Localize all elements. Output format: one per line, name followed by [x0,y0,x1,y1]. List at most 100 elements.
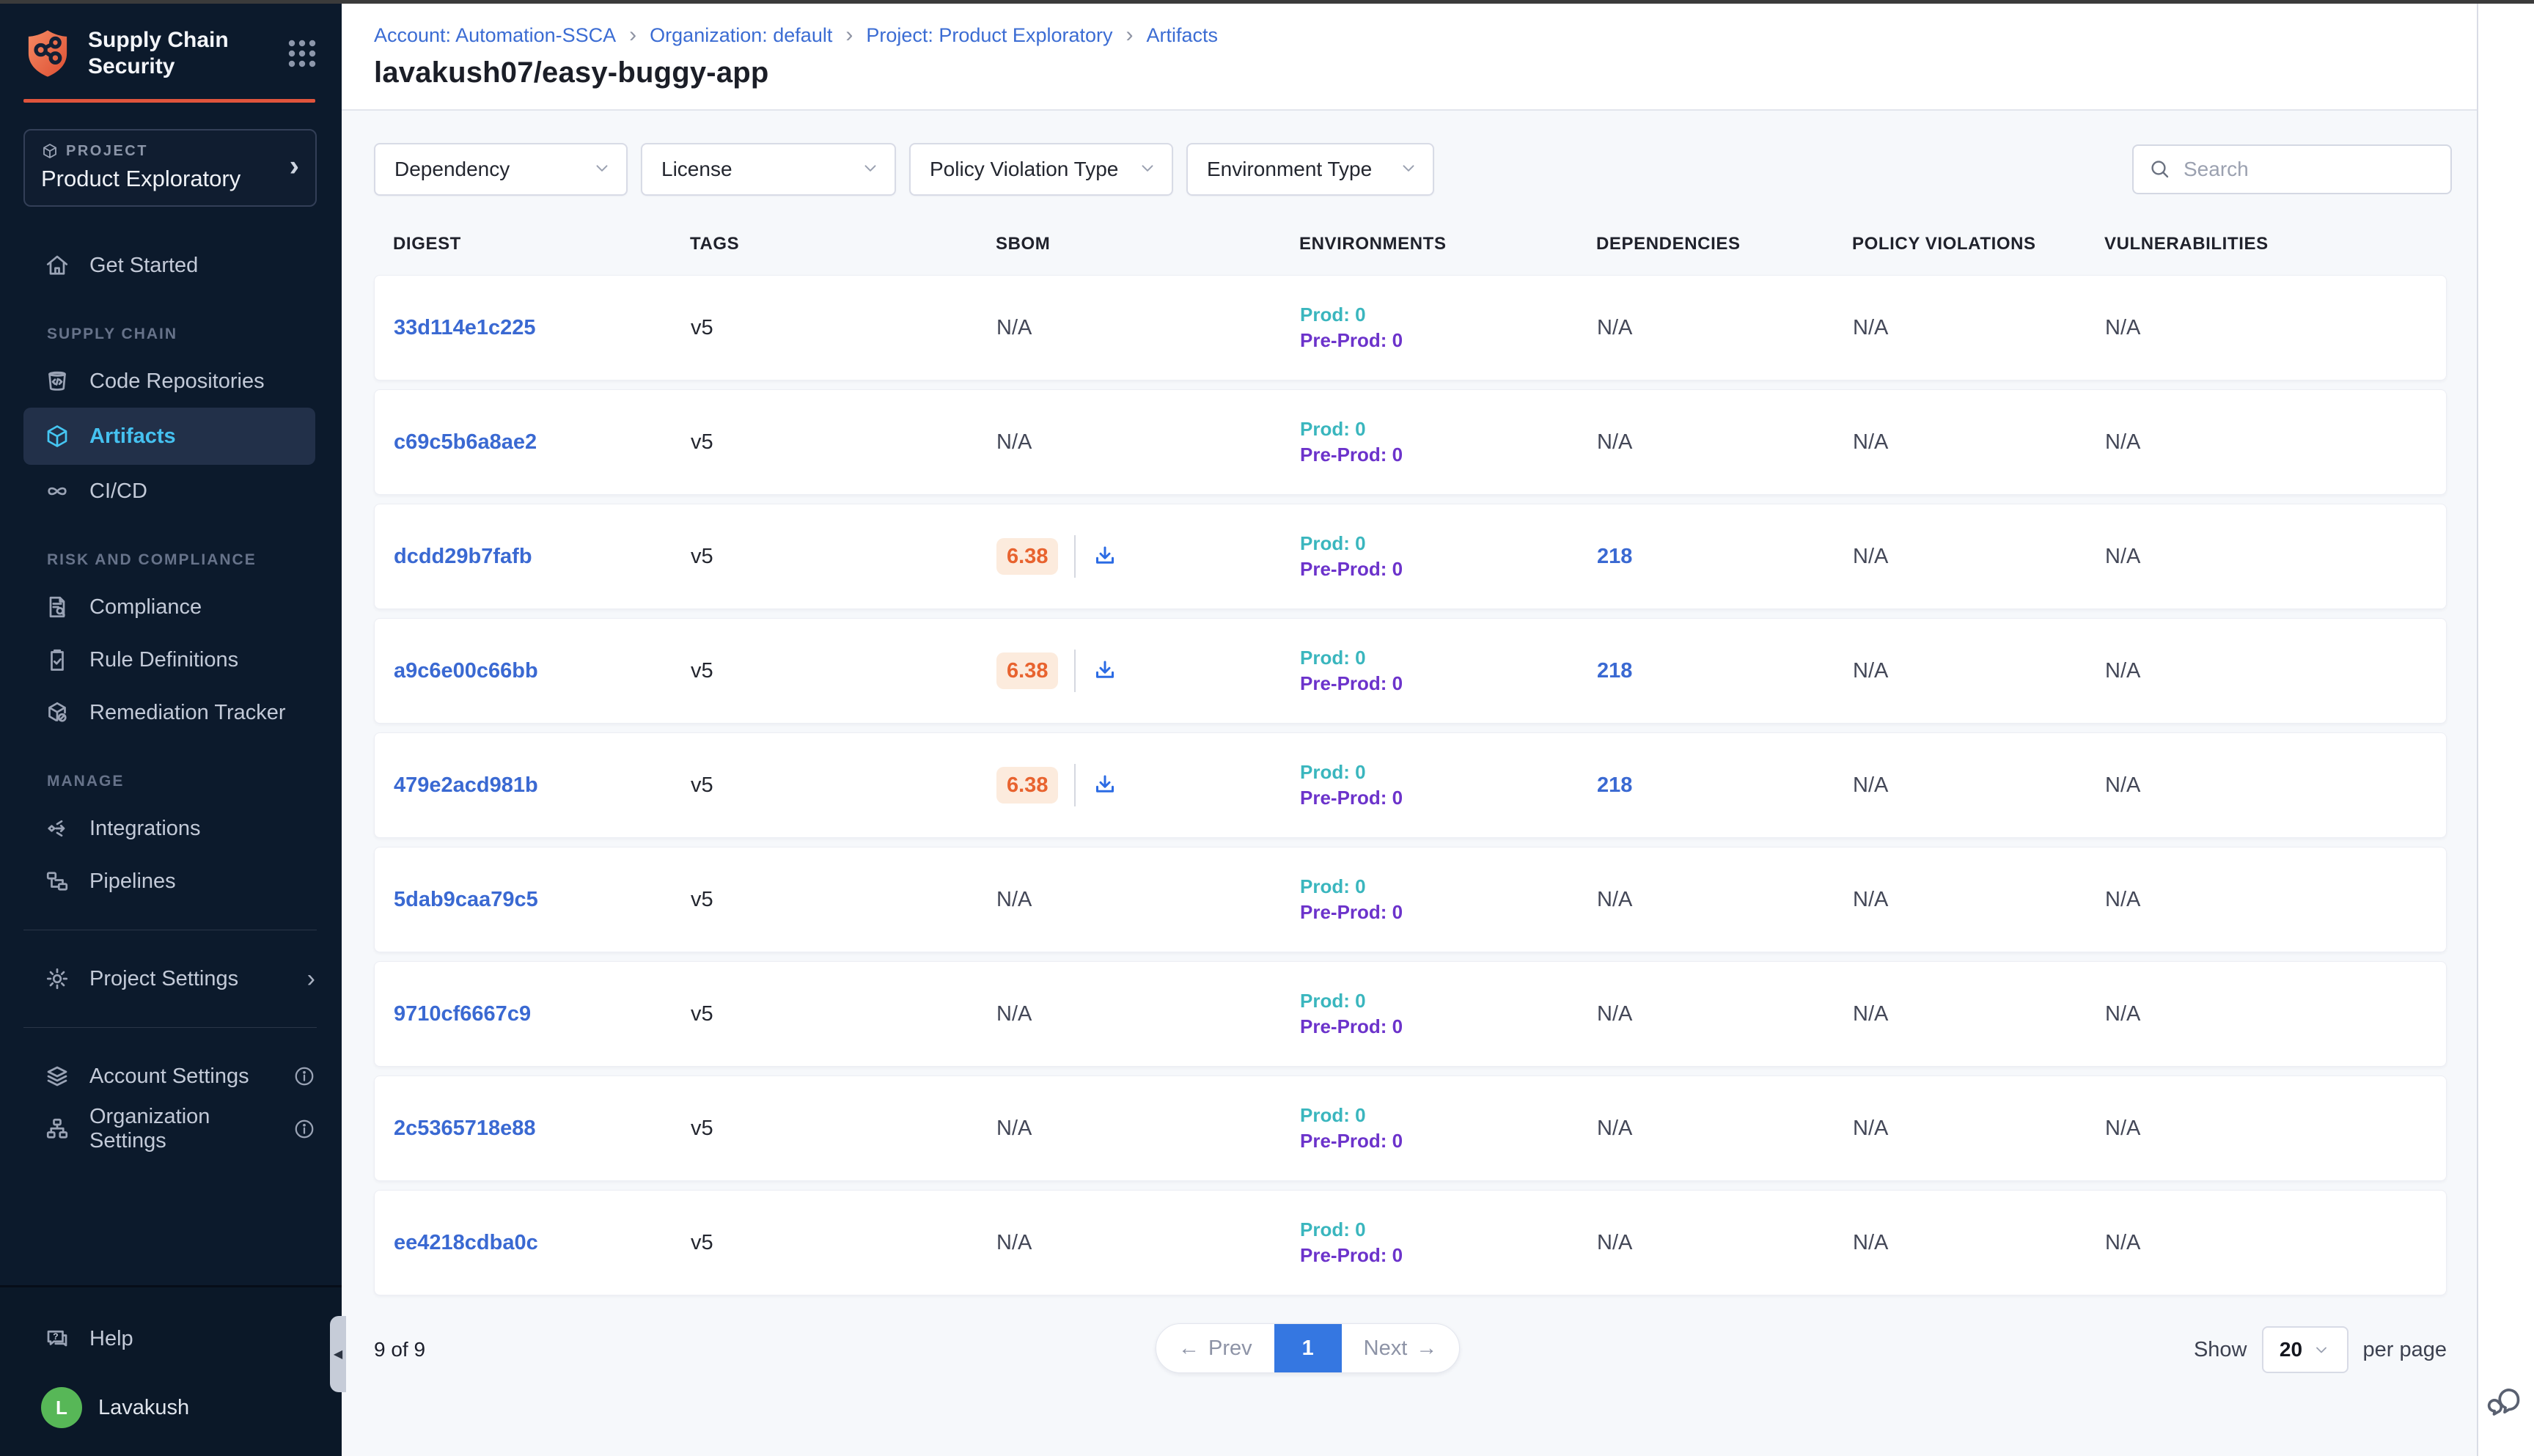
help-chat-icon: ? [43,1324,72,1353]
search-input[interactable] [2184,158,2425,181]
env-prod-value: Prod: 0 [1300,1218,1597,1241]
section-label-risk-compliance: RISK AND COMPLIANCE [0,518,342,581]
sidebar-item-project-settings[interactable]: Project Settings › [0,952,342,1005]
environment-type-filter-select[interactable]: Environment Type [1186,143,1434,196]
row-count: 9 of 9 [374,1338,425,1361]
digest-link[interactable]: ee4218cdba0c [394,1231,691,1255]
sidebar-item-label: Artifacts [89,424,176,449]
table-header: DIGEST TAGS SBOM ENVIRONMENTS DEPENDENCI… [374,196,2447,275]
breadcrumb-account-link[interactable]: Account: Automation-SSCA [374,24,616,47]
sidebar-item-remediation-tracker[interactable]: Remediation Tracker [0,686,342,739]
breadcrumb-artifacts-link[interactable]: Artifacts [1147,24,1219,47]
dependencies-value: N/A [1597,1002,1853,1026]
digest-link[interactable]: a9c6e00c66bb [394,659,691,683]
chevron-separator-icon: › [1125,23,1135,48]
sbom-na-value: N/A [996,316,1032,340]
digest-link[interactable]: 9710cf6667c9 [394,1002,691,1026]
tag-value: v5 [691,430,996,455]
sidebar-item-label: Compliance [89,595,202,619]
tag-value: v5 [691,316,996,340]
download-sbom-icon[interactable] [1092,543,1118,570]
tag-value: v5 [691,888,996,912]
dependency-filter-select[interactable]: Dependency [374,143,628,196]
sidebar-item-label: Rule Definitions [89,648,238,672]
digest-link[interactable]: 2c5365718e88 [394,1117,691,1141]
env-preprod-value: Pre-Prod: 0 [1300,1015,1597,1038]
info-icon[interactable] [293,1065,315,1087]
dependencies-value[interactable]: 218 [1597,659,1853,683]
project-cube-icon [41,142,59,160]
vulnerabilities-value: N/A [2105,316,2446,340]
prev-page-button[interactable]: ← Prev [1156,1324,1274,1372]
dependencies-value: N/A [1597,888,1853,912]
download-sbom-icon[interactable] [1092,772,1118,798]
sidebar-item-help[interactable]: ? Help [0,1312,342,1365]
sidebar-item-pipelines[interactable]: Pipelines [0,855,342,908]
sidebar-item-cicd[interactable]: CI/CD [0,465,342,518]
dependencies-value: N/A [1597,430,1853,455]
sidebar-item-account-settings[interactable]: Account Settings [0,1050,342,1103]
vulnerabilities-value: N/A [2105,1117,2446,1141]
download-sbom-icon[interactable] [1092,658,1118,684]
user-menu[interactable]: L Lavakush [0,1365,342,1437]
sidebar-item-label: Pipelines [89,869,176,894]
app-logo-row: Supply Chain Security [0,4,342,81]
sbom-na-value: N/A [996,1117,1032,1141]
vulnerabilities-value: N/A [2105,888,2446,912]
tag-value: v5 [691,1117,996,1141]
sidebar-item-rule-definitions[interactable]: Rule Definitions [0,633,342,686]
page-size-control: Show 20 per page [2194,1326,2447,1373]
info-icon[interactable] [293,1118,315,1140]
breadcrumb-organization-link[interactable]: Organization: default [650,24,832,47]
env-prod-value: Prod: 0 [1300,532,1597,555]
dependencies-value[interactable]: 218 [1597,773,1853,798]
sidebar-item-artifacts[interactable]: Artifacts [23,408,315,465]
chat-support-icon[interactable] [2486,1382,2524,1424]
sidebar-item-label: Organization Settings [89,1105,276,1153]
dependencies-value: N/A [1597,1231,1853,1255]
next-page-button[interactable]: Next → [1342,1324,1460,1372]
dependencies-value[interactable]: 218 [1597,545,1853,569]
project-selector[interactable]: PROJECT Product Exploratory › [23,129,317,207]
sidebar-item-organization-settings[interactable]: Organization Settings [0,1103,342,1155]
sidebar-collapse-handle[interactable]: ◀ [330,1316,346,1392]
policy-violation-type-filter-select[interactable]: Policy Violation Type [909,143,1173,196]
home-icon [43,251,72,280]
policy-violations-value: N/A [1853,773,2105,798]
sidebar-item-integrations[interactable]: Integrations [0,802,342,855]
filters-toolbar: Dependency License Policy Violation Type… [342,111,2477,196]
environments-cell: Prod: 0 Pre-Prod: 0 [1300,1218,1597,1267]
digest-link[interactable]: 33d114e1c225 [394,316,691,340]
tag-value: v5 [691,1002,996,1026]
license-filter-select[interactable]: License [641,143,896,196]
sidebar-item-get-started[interactable]: Get Started [0,239,342,292]
app-switcher-icon[interactable] [284,36,320,71]
digest-link[interactable]: dcdd29b7fafb [394,545,691,569]
breadcrumb-project-link[interactable]: Project: Product Exploratory [866,24,1112,47]
sidebar-item-compliance[interactable]: Compliance [0,581,342,633]
sidebar-item-code-repositories[interactable]: Code Repositories [0,355,342,408]
project-label: PROJECT [66,143,148,160]
digest-link[interactable]: 5dab9caa79c5 [394,888,691,912]
env-prod-value: Prod: 0 [1300,418,1597,441]
per-page-label: per page [2363,1338,2447,1362]
pipelines-icon [43,867,72,896]
table-body: 33d114e1c225 v5 N/A Prod: 0 Pre-Prod: 0 … [374,275,2447,1295]
chevron-down-icon [2313,1341,2330,1358]
chevron-right-icon: › [307,965,315,993]
page-size-select[interactable]: 20 [2262,1326,2348,1373]
digest-link[interactable]: 479e2acd981b [394,773,691,798]
org-chart-gear-icon [43,1114,72,1144]
page-1-button[interactable]: 1 [1274,1324,1342,1372]
sbom-na-value: N/A [996,1231,1032,1255]
sidebar-nav: Get Started SUPPLY CHAIN Code Repositori… [0,239,342,1285]
dependencies-value: N/A [1597,1117,1853,1141]
sbom-na-value: N/A [996,1002,1032,1026]
env-prod-value: Prod: 0 [1300,647,1597,669]
column-header-digest: DIGEST [393,234,690,254]
environments-cell: Prod: 0 Pre-Prod: 0 [1300,418,1597,466]
main-content: Account: Automation-SSCA › Organization:… [342,4,2477,1456]
gear-icon [43,964,72,993]
environments-cell: Prod: 0 Pre-Prod: 0 [1300,990,1597,1038]
digest-link[interactable]: c69c5b6a8ae2 [394,430,691,455]
